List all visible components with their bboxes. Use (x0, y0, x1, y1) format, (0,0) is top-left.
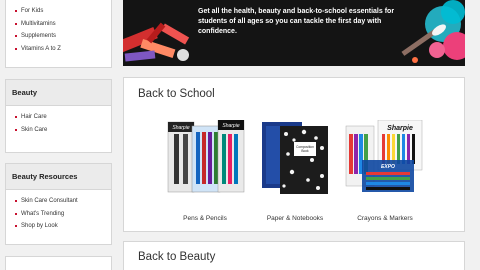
svg-text:EXPO: EXPO (381, 164, 395, 170)
svg-text:Book: Book (301, 149, 309, 153)
back-to-school-banner[interactable]: Get all the health, beauty and back-to-s… (123, 0, 465, 66)
makeup-brush-image (395, 0, 465, 66)
back-to-beauty-title: Back to Beauty (138, 251, 216, 263)
nav-link-skin-care[interactable]: Skin Care (15, 124, 111, 137)
svg-text:Sharpie: Sharpie (172, 125, 189, 131)
back-to-beauty-section: Back to Beauty (123, 241, 465, 270)
beauty-nav-box: Beauty Hair Care Skin Care (5, 79, 112, 153)
banner-text: Get all the health, beauty and back-to-s… (198, 8, 395, 35)
product-paper-notebooks[interactable]: Composition Book Paper & Notebooks (252, 120, 338, 222)
sidebar-box-partial (5, 256, 112, 270)
svg-text:Sharpie: Sharpie (387, 125, 413, 132)
beauty-resources-heading: Beauty Resources (6, 164, 111, 190)
product-crayons-markers[interactable]: Sharpie EXPO Crayons & Markers (342, 119, 428, 222)
beauty-resources-box: Beauty Resources Skin Care Consultant Wh… (5, 163, 112, 245)
nav-link-for-kids[interactable]: For Kids (15, 5, 111, 18)
beauty-resources-list: Skin Care Consultant What's Trending Sho… (6, 190, 111, 233)
nav-link-multivitamins[interactable]: Multivitamins (15, 18, 111, 31)
nav-link-whats-trending[interactable]: What's Trending (15, 208, 111, 221)
nav-link-hair-care[interactable]: Hair Care (15, 111, 111, 124)
nav-link-skin-care-consultant[interactable]: Skin Care Consultant (15, 195, 111, 208)
beauty-nav-heading: Beauty (6, 80, 111, 106)
nav-link-supplements[interactable]: Supplements (15, 30, 111, 43)
product-label[interactable]: Crayons & Markers (342, 215, 428, 222)
crayons-markers-image: Sharpie EXPO (345, 119, 423, 192)
vitamins-nav-list: For Kids Multivitamins Supplements Vitam… (6, 0, 111, 55)
svg-text:Sharpie: Sharpie (222, 123, 239, 129)
school-supplies-image (123, 0, 198, 66)
back-to-school-title: Back to School (138, 88, 215, 100)
beauty-nav-list: Hair Care Skin Care (6, 106, 111, 136)
product-pens-pencils[interactable]: Sharpie Sharpie Pens & Pencils (162, 119, 248, 222)
nav-link-vitamins-a-to-z[interactable]: Vitamins A to Z (15, 43, 111, 56)
nav-link-shop-by-look[interactable]: Shop by Look (15, 220, 111, 233)
pens-pencils-image: Sharpie Sharpie (167, 119, 245, 193)
product-label[interactable]: Paper & Notebooks (252, 215, 338, 222)
vitamins-nav-box: For Kids Multivitamins Supplements Vitam… (5, 0, 112, 68)
product-label[interactable]: Pens & Pencils (162, 215, 248, 222)
back-to-school-section: Back to School Sharpie Sharpie Pens & Pe… (123, 77, 465, 232)
paper-notebooks-image: Composition Book (262, 122, 328, 194)
